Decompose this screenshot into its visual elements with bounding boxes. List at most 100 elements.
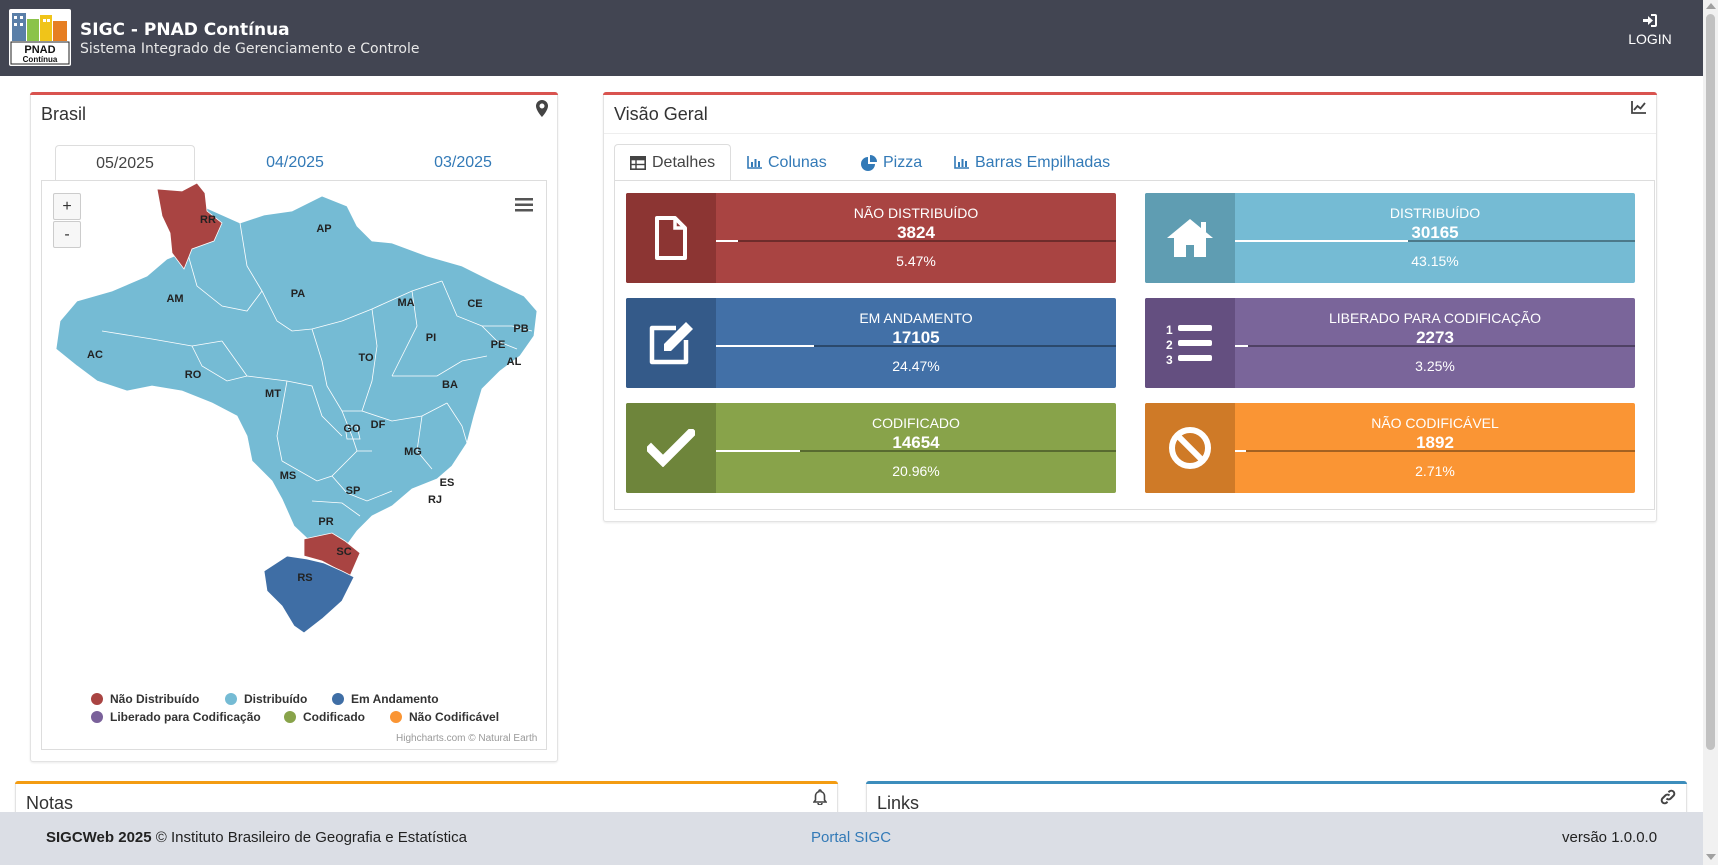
map-marker-icon [536,100,548,122]
tab-pizza[interactable]: Pizza [846,144,937,181]
legend-codificado[interactable]: Codificado [284,710,365,724]
legend-dot [91,693,103,705]
label-pi: PI [426,332,436,344]
card-progress-fill [716,240,738,242]
card-percent: 43.15% [1411,253,1459,269]
bar-chart-icon [954,156,969,169]
svg-text:2: 2 [1166,338,1173,352]
login-button[interactable]: LOGIN [1620,14,1680,47]
bell-icon [812,789,828,810]
scroll-down-arrow[interactable] [1706,854,1716,860]
label-rs: RS [297,572,312,584]
tab-detalhes[interactable]: Detalhes [614,144,732,181]
app-title: SIGC - PNAD Contínua [80,20,290,40]
legend-nao-codificavel[interactable]: Não Codificável [390,710,499,724]
table-icon [630,155,646,170]
notas-panel-title: Notas [26,793,74,813]
footer-brand: SIGCWeb 2025 [46,829,152,846]
card-em-andamento[interactable]: EM ANDAMENTO 17105 24.47% [626,298,1116,388]
scroll-up-arrow[interactable] [1706,3,1716,9]
legend-nao-distribuido[interactable]: Não Distribuído [91,692,199,706]
legend-liberado[interactable]: Liberado para Codificação [91,710,261,724]
card-label: NÃO CODIFICÁVEL [1371,415,1499,431]
file-icon [626,193,716,283]
label-ce: CE [467,298,482,310]
links-panel-title: Links [877,793,920,813]
label-go: GO [343,423,361,435]
card-distribuido[interactable]: DISTRIBUÍDO 30165 43.15% [1145,193,1635,283]
card-percent: 24.47% [892,358,940,374]
legend-label: Liberado para Codificação [110,710,261,724]
legend-label: Não Distribuído [110,692,200,706]
tab-04-2025[interactable]: 04/2025 [225,145,365,181]
logo-text-2: Contínua [23,55,58,64]
tab-03-2025[interactable]: 03/2025 [393,145,533,181]
card-label: NÃO DISTRIBUÍDO [853,205,979,221]
scrollbar-thumb[interactable] [1706,14,1715,750]
chart-credits[interactable]: Highcharts.com © Natural Earth [396,733,537,744]
card-progress-fill [1235,240,1408,242]
card-progress [716,450,1116,452]
page-scrollbar[interactable] [1703,0,1718,865]
label-am: AM [166,293,183,305]
legend-label: Distribuído [244,692,308,706]
label-df: DF [371,419,386,431]
pnad-logo[interactable]: PNAD Contínua [9,9,71,66]
footer-version: versão 1.0.0.0 [1562,829,1658,846]
tab-label: 04/2025 [266,154,324,171]
tab-label: Pizza [883,154,923,171]
legend-dot [390,711,402,723]
tab-label: Colunas [768,154,827,171]
tab-colunas[interactable]: Colunas [732,144,842,181]
footer: SIGCWeb 2025 © Instituto Brasileiro de G… [0,812,1703,865]
home-icon [1145,193,1235,283]
ban-icon [1145,403,1235,493]
map-panel-title: Brasil [41,104,87,124]
card-nao-distribuido[interactable]: NÃO DISTRIBUÍDO 3824 5.47% [626,193,1116,283]
legend-em-andamento[interactable]: Em Andamento [332,692,439,706]
card-percent: 3.25% [1415,358,1455,374]
app-subtitle: Sistema Integrado de Gerenciamento e Con… [80,41,420,57]
legend-label: Não Codificável [409,710,500,724]
card-codificado[interactable]: CODIFICADO 14654 20.96% [626,403,1116,493]
card-progress [1235,240,1635,242]
line-chart-icon [1631,101,1646,119]
card-nao-codificavel[interactable]: NÃO CODIFICÁVEL 1892 2.71% [1145,403,1635,493]
legend-label: Codificado [303,710,365,724]
label-mg: MG [404,446,422,458]
map-region-distribuido[interactable] [55,195,538,550]
tab-label: 05/2025 [96,155,154,172]
tab-05-2025[interactable]: 05/2025 [55,145,195,181]
card-label: LIBERADO PARA CODIFICAÇÃO [1328,310,1542,326]
tab-label: 03/2025 [434,154,492,171]
sign-in-icon [1643,14,1657,27]
overview-header-divider [604,133,1656,134]
label-sp: SP [346,485,361,497]
label-al: AL [507,356,522,368]
legend-dot [91,711,103,723]
card-progress-fill [716,450,800,452]
label-rr: RR [200,214,216,226]
card-progress [716,240,1116,242]
label-pe: PE [491,339,506,351]
label-ap: AP [316,223,331,235]
label-ba: BA [442,379,458,391]
tab-label: Barras Empilhadas [975,154,1111,171]
card-liberado-codificacao[interactable]: 123 LIBERADO PARA CODIFICAÇÃO 2273 3.25% [1145,298,1635,388]
pie-chart-icon [861,154,877,171]
list-ol-icon: 123 [1145,298,1235,388]
tab-label: Detalhes [652,154,716,171]
label-sc: SC [336,546,351,558]
legend-label: Em Andamento [351,692,439,706]
login-label: LOGIN [1628,31,1672,47]
svg-text:1: 1 [1166,323,1173,337]
tab-barras-empilhadas[interactable]: Barras Empilhadas [939,144,1125,181]
portal-sigc-link[interactable]: Portal SIGC [811,829,891,846]
bar-chart-icon [747,156,762,169]
card-percent: 20.96% [892,463,940,479]
legend-distribuido[interactable]: Distribuído [225,692,307,706]
label-pa: PA [291,288,306,300]
card-label: DISTRIBUÍDO [1389,205,1481,221]
link-icon [1660,789,1676,810]
label-rj: RJ [428,494,442,506]
